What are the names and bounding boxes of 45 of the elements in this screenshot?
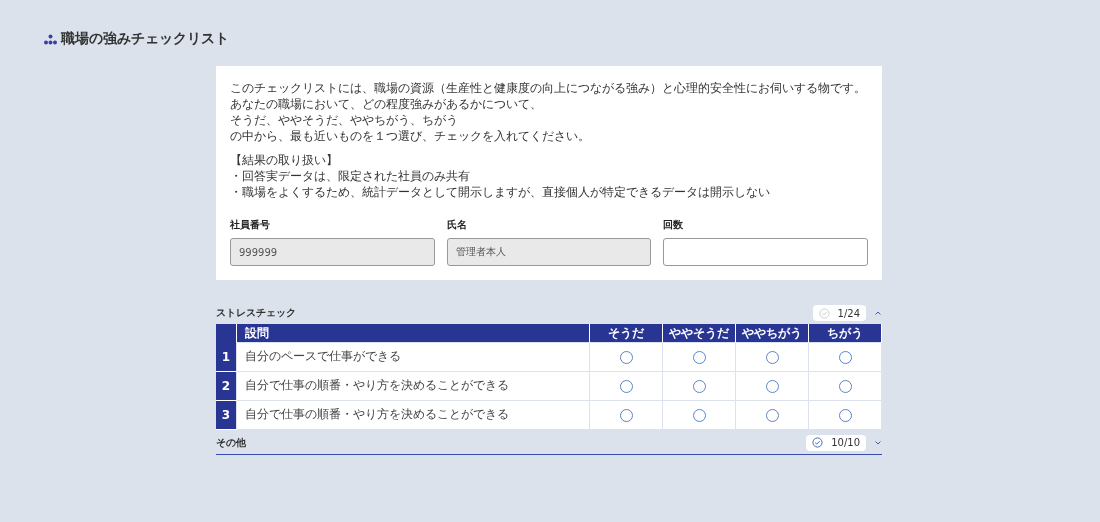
org-chart-icon bbox=[44, 33, 57, 45]
row-number: 3 bbox=[216, 400, 237, 429]
radio-button[interactable] bbox=[838, 379, 852, 393]
instruction-text: そうだ、ややそうだ、ややちがう、ちがう bbox=[230, 112, 459, 128]
column-header: ちがう bbox=[808, 324, 882, 343]
column-header: 設問 bbox=[236, 324, 590, 343]
instruction-text: このチェックリストには、職場の資源（生産性と健康度の向上につながる強み）と心理的安全性にお伺いする物です。 bbox=[230, 80, 867, 96]
caret-icon[interactable] bbox=[874, 310, 882, 316]
instruction-text: あなたの職場において、どの程度強みがあるかについて、 bbox=[230, 96, 543, 112]
radio-button[interactable] bbox=[619, 379, 633, 393]
input-field[interactable] bbox=[663, 238, 868, 266]
instruction-text: ・回答実データは、限定された社員のみ共有 bbox=[230, 168, 471, 184]
radio-button[interactable] bbox=[765, 408, 779, 422]
instruction-text: ・職場をよくするため、統計データとして開示しますが、直接個人が特定できるデータは開示しない bbox=[230, 184, 771, 200]
instruction-text: の中から、最も近いものを１つ選び、チェックを入れてください。 bbox=[230, 128, 591, 144]
radio-button[interactable] bbox=[692, 408, 706, 422]
section-title: その他 bbox=[216, 435, 247, 450]
radio-button[interactable] bbox=[619, 350, 633, 364]
radio-button[interactable] bbox=[619, 408, 633, 422]
row-number: 1 bbox=[216, 342, 237, 371]
page-title: 職場の強みチェックリスト bbox=[61, 30, 229, 48]
question-cell: 自分で仕事の順番・やり方を決めることができる bbox=[236, 400, 590, 429]
column-header: そうだ bbox=[589, 324, 663, 343]
field-label: 社員番号 bbox=[230, 218, 271, 232]
question-cell: 自分で仕事の順番・やり方を決めることができる bbox=[236, 371, 590, 400]
row-number: 2 bbox=[216, 371, 237, 400]
header-cell bbox=[216, 324, 237, 343]
column-header: ややちがう bbox=[735, 324, 809, 343]
radio-button[interactable] bbox=[765, 379, 779, 393]
check-icon bbox=[812, 437, 824, 448]
field-label: 回数 bbox=[663, 218, 685, 232]
radio-button[interactable] bbox=[838, 408, 852, 422]
instruction-text: 【結果の取り扱い】 bbox=[230, 152, 339, 168]
column-header: ややそうだ bbox=[662, 324, 736, 343]
radio-button[interactable] bbox=[692, 350, 706, 364]
radio-button[interactable] bbox=[765, 350, 779, 364]
radio-button[interactable] bbox=[838, 350, 852, 364]
check-icon bbox=[818, 307, 830, 319]
progress-badge: 1/24 bbox=[812, 305, 866, 321]
section-title: ストレスチェック bbox=[216, 306, 297, 320]
progress-badge: 10/10 bbox=[806, 434, 866, 451]
radio-button[interactable] bbox=[692, 379, 706, 393]
field-label: 氏名 bbox=[446, 218, 468, 232]
caret-icon[interactable] bbox=[874, 439, 882, 446]
question-cell: 自分のペースで仕事ができる bbox=[236, 342, 590, 371]
